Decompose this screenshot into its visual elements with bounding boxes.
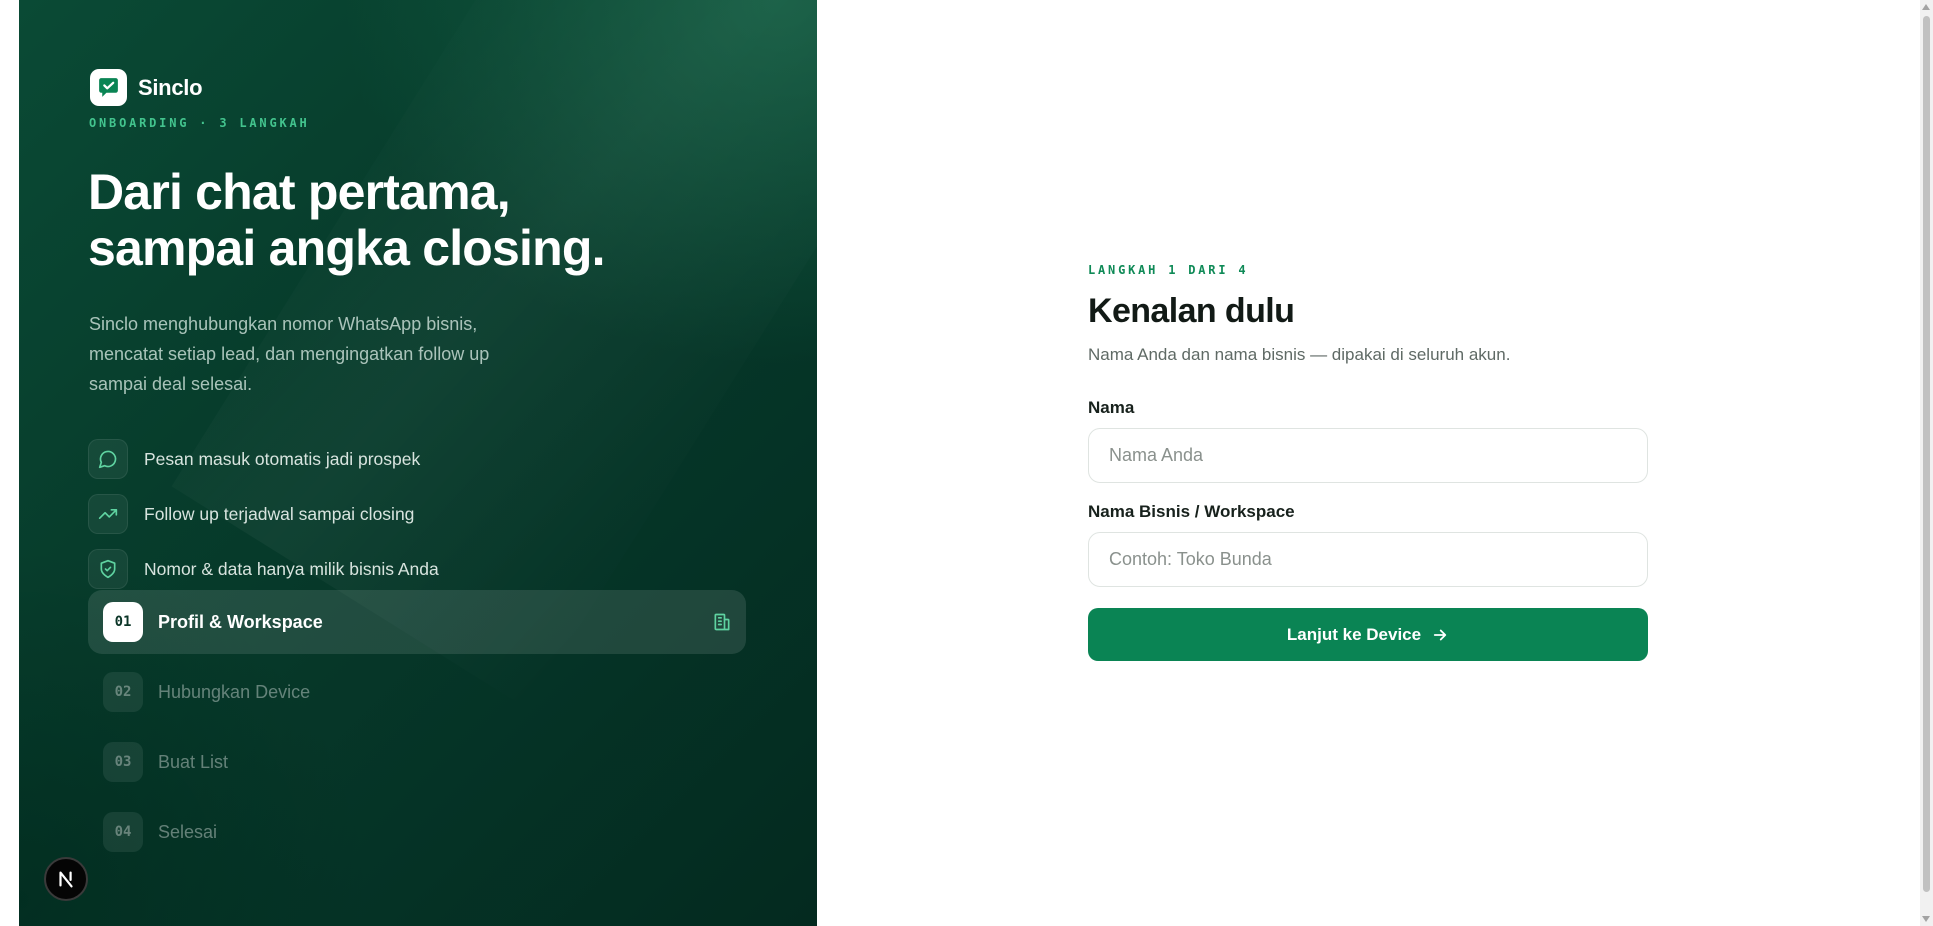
step-number: 03	[103, 742, 143, 782]
step-label: Buat List	[158, 751, 229, 772]
feature-item: Pesan masuk otomatis jadi prospek	[88, 439, 420, 479]
shield-check-icon	[88, 549, 128, 589]
continue-button-label: Lanjut ke Device	[1286, 624, 1422, 644]
message-icon	[88, 439, 128, 479]
feature-text: Nomor & data hanya milik bisnis Anda	[144, 558, 439, 579]
headline-line-2: sampai angka closing.	[88, 220, 606, 276]
feature-item: Follow up terjadwal sampai closing	[88, 494, 414, 534]
form-description: Nama Anda dan nama bisnis — dipakai di s…	[1088, 345, 1511, 364]
step-item-hubungkan-device[interactable]: 02 Hubungkan Device	[88, 660, 746, 724]
step-number: 02	[103, 672, 143, 712]
onboarding-form: LANGKAH 1 DARI 4 Kenalan dulu Nama Anda …	[1088, 263, 1648, 661]
feature-item: Nomor & data hanya milik bisnis Anda	[88, 549, 439, 589]
continue-button[interactable]: Lanjut ke Device	[1088, 608, 1648, 661]
scroll-down-arrow-icon[interactable]	[1922, 916, 1930, 922]
feature-text: Follow up terjadwal sampai closing	[144, 503, 415, 524]
step-indicator: LANGKAH 1 DARI 4	[1088, 263, 1249, 277]
name-label: Nama	[1088, 398, 1135, 417]
brand: Sinclo	[90, 69, 203, 106]
trending-up-icon	[88, 494, 128, 534]
name-input[interactable]	[1088, 428, 1648, 483]
chat-check-icon	[90, 69, 127, 106]
step-number: 04	[103, 812, 143, 852]
arrow-right-icon	[1433, 629, 1447, 640]
step-item-selesai[interactable]: 04 Selesai	[88, 800, 746, 864]
step-number: 01	[103, 602, 143, 642]
nextjs-logo-icon	[59, 871, 73, 888]
feature-text: Pesan masuk otomatis jadi prospek	[144, 448, 421, 469]
headline-line-1: Dari chat pertama,	[88, 164, 511, 220]
step-label: Hubungkan Device	[158, 681, 311, 702]
step-item-buat-list[interactable]: 03 Buat List	[88, 730, 746, 794]
hero-headline: Dari chat pertama, sampai angka closing.	[88, 164, 788, 276]
scroll-up-arrow-icon[interactable]	[1922, 4, 1930, 10]
business-name-label: Nama Bisnis / Workspace	[1088, 502, 1295, 521]
hero-subtext: Sinclo menghubungkan nomor WhatsApp bisn…	[89, 314, 490, 394]
page-edge	[0, 0, 19, 926]
form-title: Kenalan dulu	[1088, 292, 1295, 330]
brand-name: Sinclo	[138, 74, 203, 100]
onboarding-eyebrow: ONBOARDING · 3 LANGKAH	[89, 116, 310, 130]
step-label: Selesai	[158, 821, 218, 842]
step-label: Profil & Workspace	[158, 611, 323, 632]
scrollbar-thumb[interactable]	[1923, 16, 1930, 892]
step-item-profil-workspace[interactable]: 01 Profil & Workspace	[88, 590, 746, 654]
business-name-input[interactable]	[1088, 532, 1648, 587]
building-icon	[712, 612, 732, 637]
vertical-scrollbar[interactable]	[1920, 0, 1933, 926]
nextjs-dev-badge[interactable]	[44, 857, 88, 901]
onboarding-sidebar: Sinclo ONBOARDING · 3 LANGKAH Dari chat …	[19, 0, 817, 926]
